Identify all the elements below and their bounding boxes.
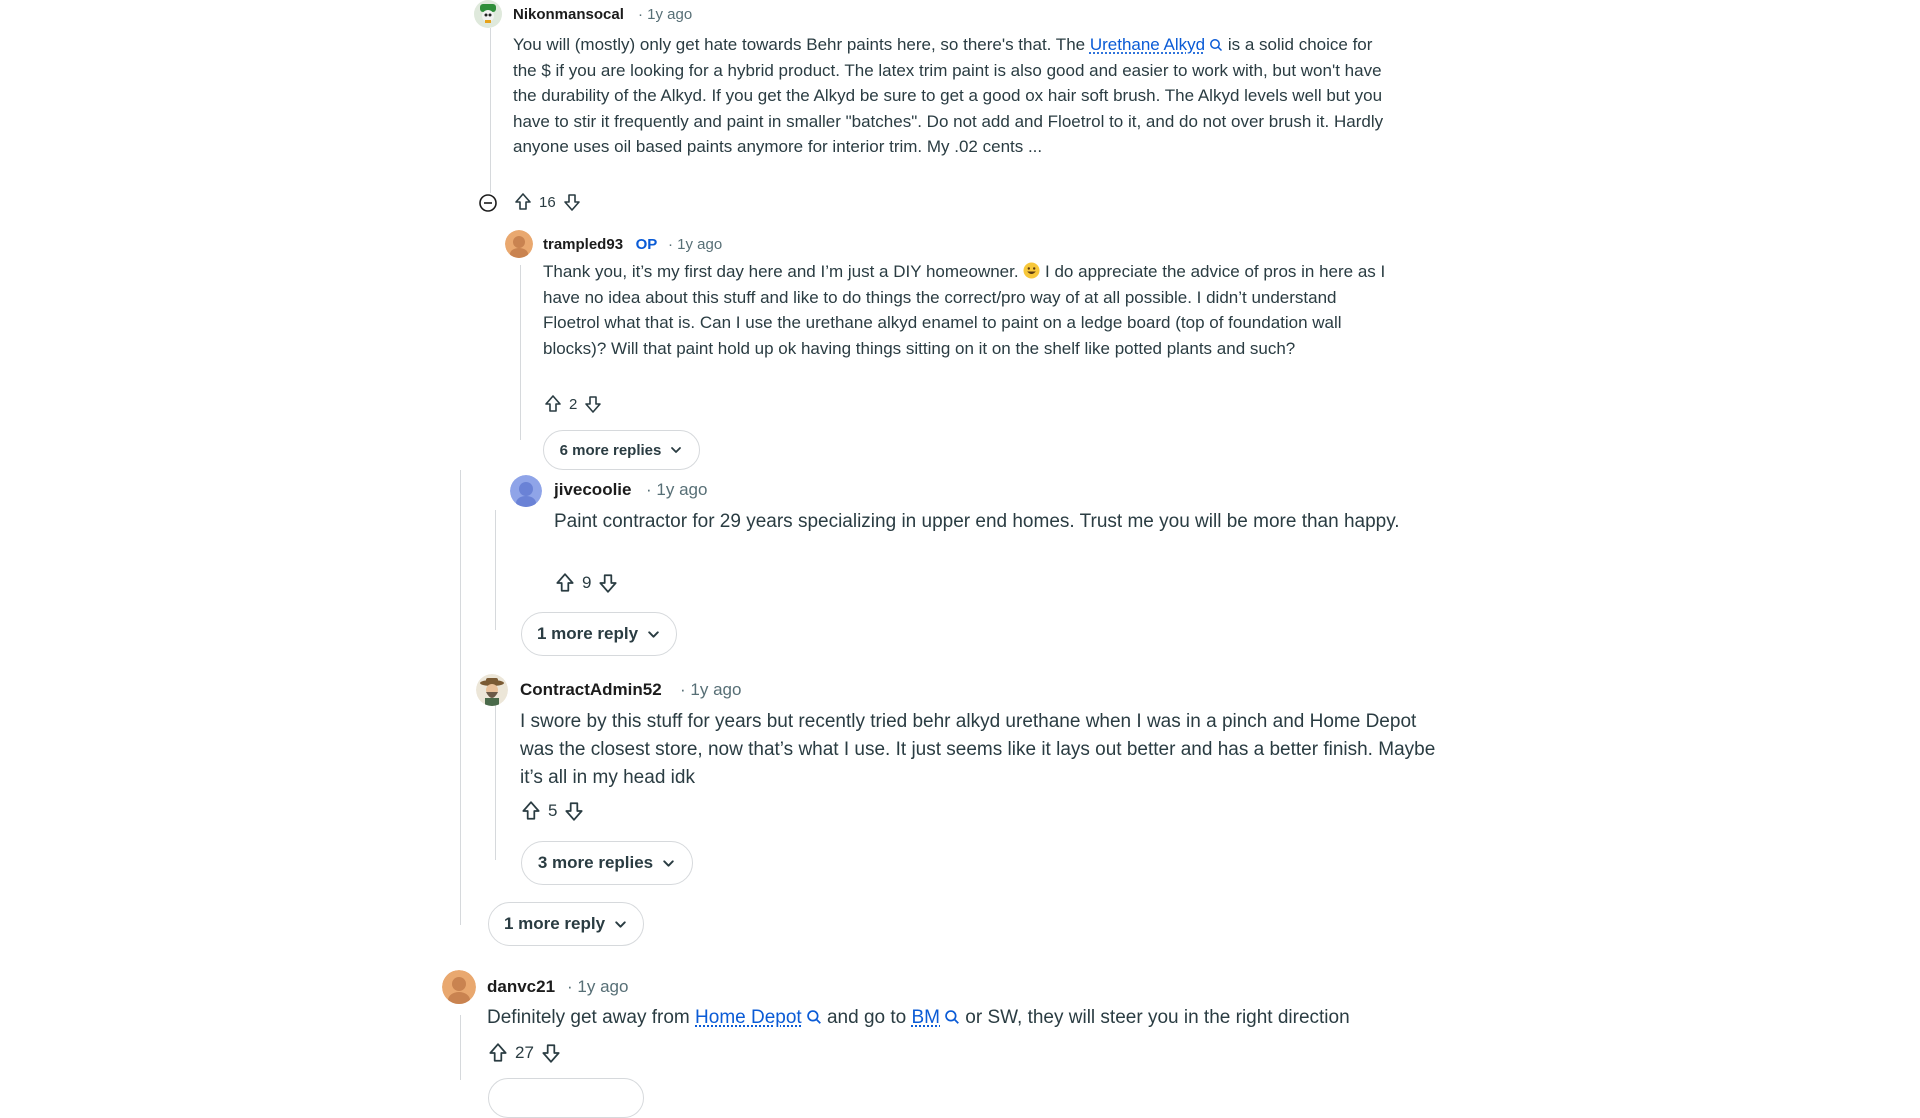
search-link[interactable]: Urethane Alkyd	[1090, 35, 1223, 54]
comment-body: I swore by this stuff for years but rece…	[520, 708, 1445, 792]
more-replies-button[interactable]: 3 more replies	[521, 841, 693, 885]
timestamp-text: 1y ago	[677, 236, 723, 253]
downvote-button[interactable]	[583, 394, 603, 414]
body-text: Definitely get away from	[487, 1007, 696, 1028]
downvote-button[interactable]	[540, 1042, 562, 1064]
arrow-up-outline-icon	[556, 573, 574, 592]
timestamp-text: 1y ago	[647, 6, 693, 23]
more-replies-label: 3 more replies	[537, 853, 654, 872]
search-icon	[1210, 39, 1223, 52]
thread-line-outer	[460, 470, 461, 925]
link-text: Urethane Alkyd	[1089, 35, 1206, 54]
vote-count: 2	[569, 395, 578, 413]
comment-body: Definitely get away from Home Depot and …	[487, 1004, 1467, 1032]
downvote-button[interactable]	[562, 192, 582, 212]
comment-body: You will (mostly) only get hate towards …	[513, 32, 1393, 160]
op-badge: OP	[635, 236, 658, 253]
arrow-down-outline-icon	[563, 194, 580, 211]
body-text: Paint contractor for 29 years specializi…	[554, 511, 1400, 532]
comment-timestamp: · 1y ago	[680, 680, 742, 699]
comment-author[interactable]: jivecoolie	[554, 480, 631, 500]
chevron-down-icon	[648, 630, 659, 638]
vote-count: 5	[548, 801, 558, 820]
avatar[interactable]	[476, 674, 508, 706]
vote-bar: 9	[554, 572, 619, 594]
more-replies-button[interactable]: 6 more replies	[543, 430, 700, 470]
body-text: Thank you, it’s my first day here and I’…	[543, 262, 1024, 281]
timestamp-text: 1y ago	[656, 480, 708, 499]
minus-circle-icon	[479, 194, 497, 212]
upvote-button[interactable]	[554, 572, 576, 594]
thread-line-c4	[495, 700, 496, 860]
upvote-button[interactable]	[543, 394, 563, 414]
body-text: or SW, they will steer you in the right …	[960, 1007, 1350, 1028]
upvote-button[interactable]	[513, 192, 533, 212]
arrow-up-outline-icon	[489, 1043, 507, 1062]
comment-timestamp: · 1y ago	[646, 480, 708, 499]
search-icon	[806, 1010, 821, 1024]
thread-line-c3	[495, 510, 496, 630]
timestamp-text: 1y ago	[577, 977, 629, 996]
more-replies-button-partial[interactable]	[488, 1078, 644, 1118]
timestamp-text: 1y ago	[690, 680, 742, 699]
comment-timestamp: · 1y ago	[668, 236, 723, 253]
vote-count: 16	[539, 193, 556, 211]
body-text: I swore by this stuff for years but rece…	[520, 711, 1436, 788]
chevron-down-icon	[615, 920, 626, 928]
more-replies-button[interactable]: 1 more reply	[521, 612, 677, 656]
more-replies-label: 1 more reply	[536, 624, 639, 643]
more-replies-label: 6 more replies	[559, 441, 662, 459]
comment-author[interactable]: ContractAdmin52	[520, 680, 662, 700]
avatar[interactable]	[442, 970, 476, 1004]
link-text: BM	[911, 1007, 941, 1028]
grinning-face-icon	[1023, 262, 1040, 279]
vote-count: 27	[515, 1043, 534, 1062]
comment-timestamp: · 1y ago	[638, 6, 693, 23]
more-replies-button[interactable]: 1 more reply	[488, 902, 644, 946]
vote-bar: 5	[520, 800, 585, 822]
comment-author[interactable]: trampled93 OP	[543, 236, 657, 253]
search-link[interactable]: BM	[912, 1007, 961, 1028]
avatar[interactable]	[505, 230, 533, 258]
comment-author[interactable]: Nikonmansocal	[513, 6, 624, 23]
vote-bar: 16	[513, 192, 582, 212]
downvote-button[interactable]	[597, 572, 619, 594]
search-link[interactable]: Home Depot	[695, 1007, 822, 1028]
avatar[interactable]	[510, 475, 542, 507]
body-text: and go to	[821, 1007, 912, 1028]
arrow-up-outline-icon	[522, 801, 540, 820]
vote-bar: 27	[487, 1042, 562, 1064]
comment-author[interactable]: danvc21	[487, 977, 555, 997]
downvote-button[interactable]	[563, 800, 585, 822]
link-text: Home Depot	[695, 1007, 802, 1028]
search-icon	[945, 1010, 959, 1024]
chevron-down-icon	[663, 859, 674, 867]
thread-line-c5	[460, 1015, 461, 1080]
upvote-button[interactable]	[520, 800, 542, 822]
arrow-down-outline-icon	[585, 396, 602, 413]
upvote-button[interactable]	[487, 1042, 509, 1064]
thread-line-c2	[520, 265, 521, 440]
avatar[interactable]	[474, 0, 502, 28]
vote-bar: 2	[543, 394, 603, 414]
thread-line-c1	[490, 28, 491, 193]
comment-body: Thank you, it’s my first day here and I’…	[543, 259, 1393, 361]
comment-body: Paint contractor for 29 years specializi…	[554, 508, 1414, 536]
collapse-button[interactable]	[478, 193, 498, 218]
author-name: trampled93	[543, 236, 624, 253]
arrow-down-outline-icon	[542, 1044, 560, 1063]
arrow-up-outline-icon	[545, 395, 561, 412]
comment-timestamp: · 1y ago	[567, 977, 629, 996]
arrow-down-outline-icon	[565, 802, 584, 821]
vote-count: 9	[582, 573, 592, 592]
chevron-down-icon	[671, 447, 682, 453]
body-text: You will (mostly) only get hate towards …	[513, 35, 1090, 54]
arrow-up-outline-icon	[515, 193, 531, 210]
arrow-down-outline-icon	[599, 574, 618, 593]
more-replies-label: 1 more reply	[503, 914, 606, 933]
